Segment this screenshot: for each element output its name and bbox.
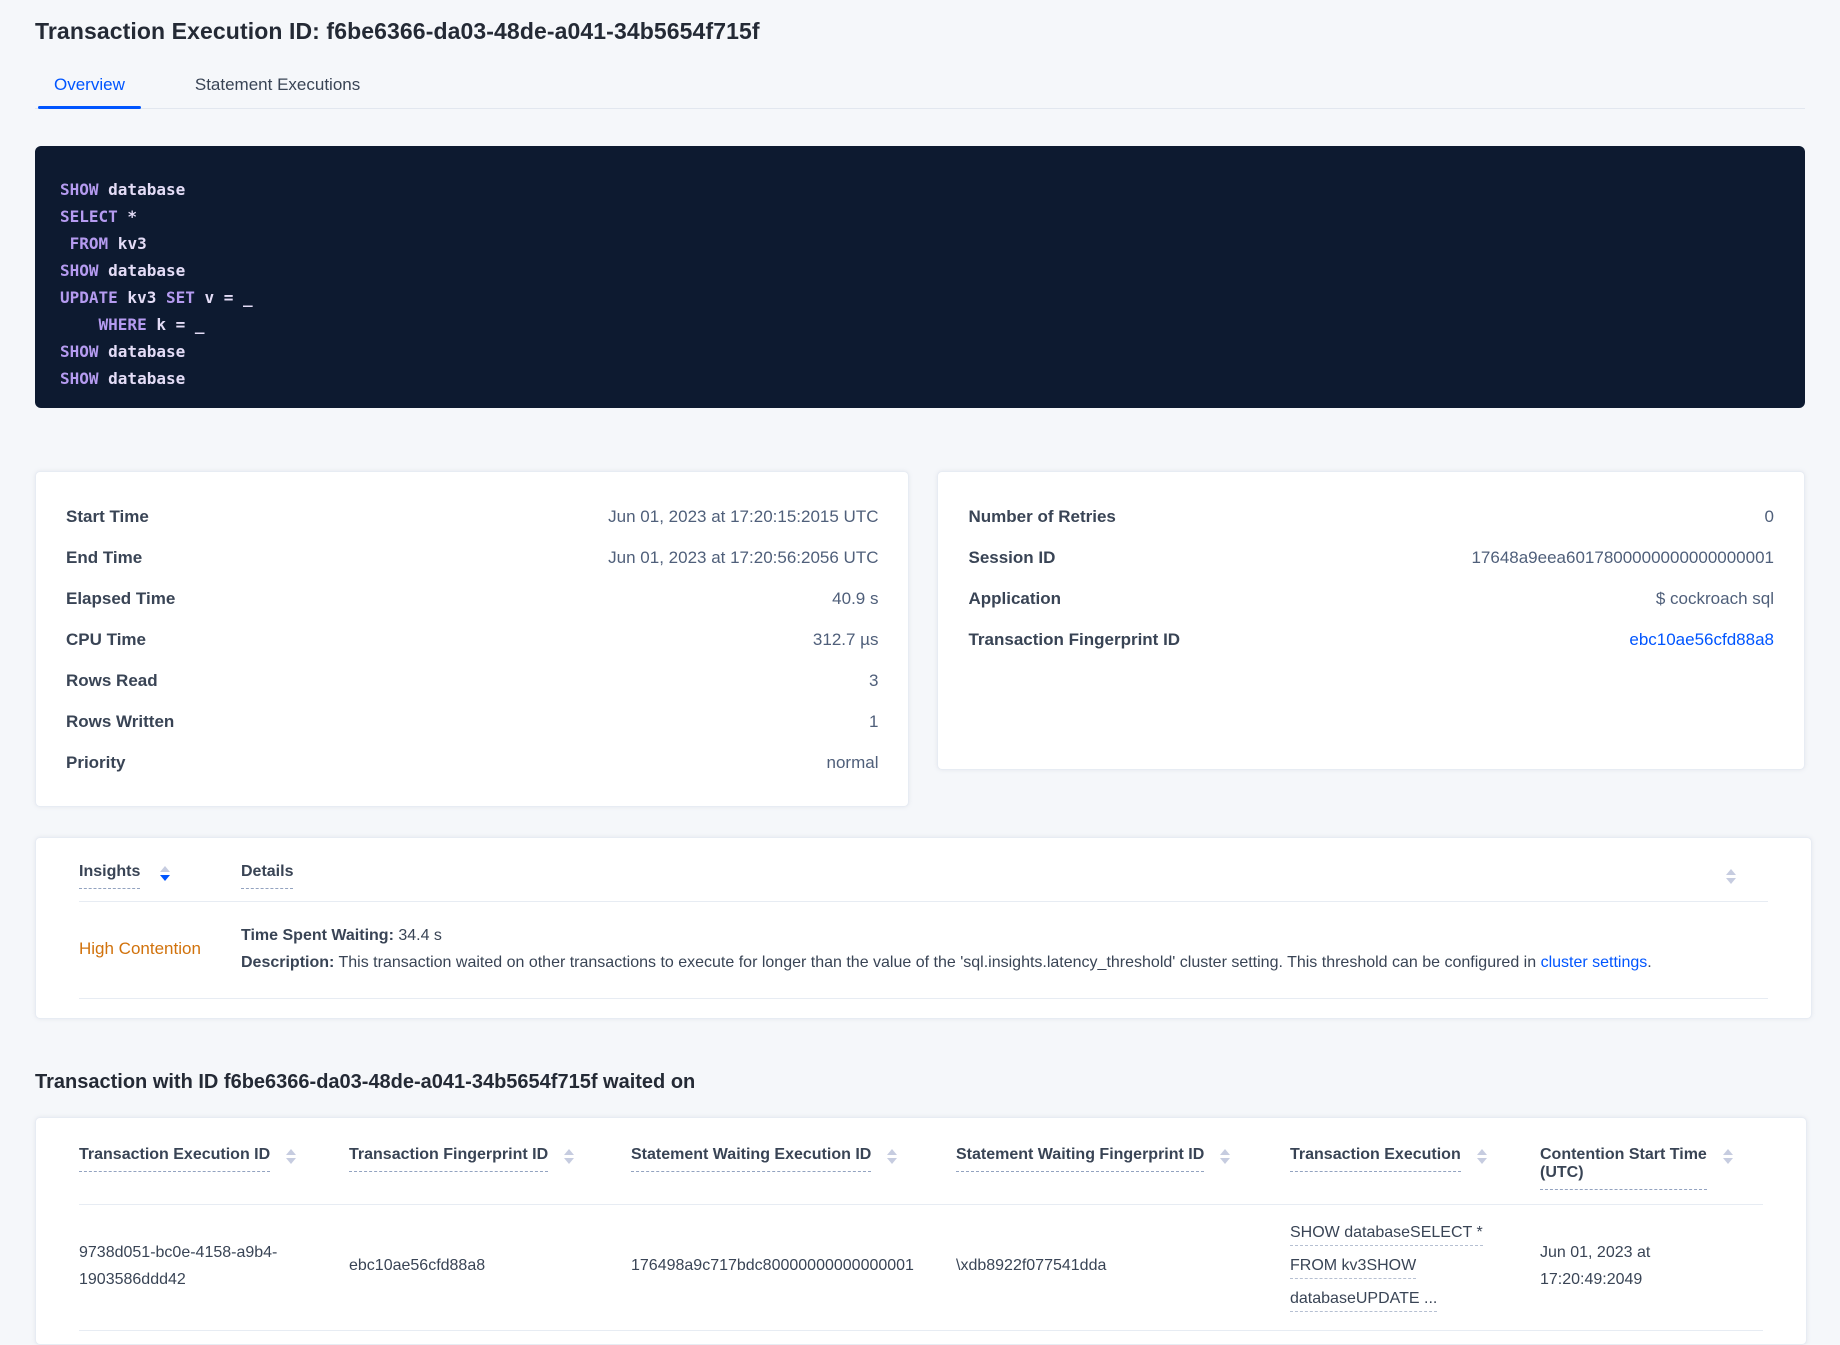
insights-column-header[interactable]: Insights — [79, 863, 241, 889]
col-header-stmt-waiting-fingerprint-id[interactable]: Statement Waiting Fingerprint ID — [956, 1146, 1290, 1190]
execution-meta-card: Number of Retries 0 Session ID 17648a9ee… — [937, 471, 1805, 770]
start-time-value: Jun 01, 2023 at 17:20:15:2015 UTC — [608, 507, 879, 526]
transaction-details-page: Transaction Execution ID: f6be6366-da03-… — [0, 0, 1840, 1345]
row-transaction-fingerprint-id: Transaction Fingerprint ID ebc10ae56cfd8… — [968, 627, 1774, 653]
row-application: Application $ cockroach sql — [968, 586, 1774, 612]
rows-written-label: Rows Written — [66, 712, 175, 731]
sort-icon[interactable] — [1220, 1149, 1231, 1164]
start-time-label: Start Time — [66, 507, 149, 526]
waited-on-heading: Transaction with ID f6be6366-da03-48de-a… — [35, 1071, 696, 1093]
col-header-contention-start-time[interactable]: Contention Start Time (UTC) — [1540, 1146, 1763, 1190]
sql-statements-box: SHOW database SELECT * FROM kv3 SHOW datab… — [35, 146, 1805, 408]
elapsed-time-value: 40.9 s — [832, 589, 879, 608]
sort-icon[interactable] — [887, 1149, 898, 1164]
priority-label: Priority — [66, 753, 126, 772]
rows-read-value: 3 — [869, 671, 879, 690]
col-header-stmt-waiting-execution-id[interactable]: Statement Waiting Execution ID — [631, 1146, 956, 1190]
row-rows-written: Rows Written 1 — [66, 709, 878, 735]
sort-down-icon — [160, 875, 171, 881]
sort-up-icon — [160, 866, 171, 872]
row-end-time: End Time Jun 01, 2023 at 17:20:56:2056 U… — [66, 545, 878, 571]
application-value: $ cockroach sql — [1655, 589, 1774, 608]
row-elapsed-time: Elapsed Time 40.9 s — [66, 586, 878, 612]
cell-stmt-waiting-execution-id: 176498a9c717bdc80000000000000001 — [631, 1257, 914, 1274]
waited-table-header: Transaction Execution ID Transaction Fin… — [79, 1118, 1763, 1205]
retries-value: 0 — [1764, 507, 1774, 526]
elapsed-time-label: Elapsed Time — [66, 589, 176, 608]
tab-bar: Overview Statement Executions — [35, 75, 1805, 109]
insight-row: High Contention Time Spent Waiting: 34.4… — [79, 902, 1768, 999]
high-contention-badge: High Contention — [79, 939, 201, 958]
sort-down-icon — [1726, 878, 1736, 884]
sort-icon[interactable] — [286, 1149, 297, 1164]
table-row: 9738d051-bc0e-4158-a9b4-1903586ddd42 ebc… — [79, 1205, 1763, 1331]
row-cpu-time: CPU Time 312.7 µs — [66, 627, 878, 653]
row-start-time: Start Time Jun 01, 2023 at 17:20:15:2015… — [66, 504, 878, 530]
priority-value: normal — [826, 753, 879, 772]
cell-txn-execution-id: 9738d051-bc0e-4158-a9b4-1903586ddd42 — [79, 1243, 278, 1288]
page-title: Transaction Execution ID: f6be6366-da03-… — [35, 18, 760, 44]
application-label: Application — [968, 589, 1062, 608]
details-header-label: Details — [241, 863, 294, 889]
waited-on-table-card: Transaction Execution ID Transaction Fin… — [35, 1117, 1807, 1345]
summary-cards-row: Start Time Jun 01, 2023 at 17:20:15:2015… — [35, 471, 1805, 807]
description-line: Description: This transaction waited on … — [241, 954, 1652, 971]
sort-icon[interactable] — [1476, 1149, 1487, 1164]
col-header-txn-execution-id[interactable]: Transaction Execution ID — [79, 1146, 349, 1190]
insights-header-label[interactable]: Insights — [79, 863, 141, 889]
retries-label: Number of Retries — [968, 507, 1116, 526]
rows-written-value: 1 — [869, 712, 879, 731]
insights-table-card: Insights Details High Contention Time Sp… — [35, 837, 1812, 1019]
sort-icon-insights[interactable] — [160, 866, 171, 881]
row-number-of-retries: Number of Retries 0 — [968, 504, 1774, 530]
cell-contention-start-time: Jun 01, 2023 at 17:20:49:2049 — [1540, 1243, 1651, 1288]
insights-table-header: Insights Details — [79, 838, 1768, 902]
insight-type-cell: High Contention — [79, 922, 241, 976]
rows-read-label: Rows Read — [66, 671, 158, 690]
sql-code: SHOW database SELECT * FROM kv3 SHOW datab… — [60, 180, 253, 388]
insight-details-cell: Time Spent Waiting: 34.4 s Description: … — [241, 922, 1652, 976]
cpu-time-label: CPU Time — [66, 630, 146, 649]
txn-fingerprint-link[interactable]: ebc10ae56cfd88a8 — [1629, 627, 1774, 653]
cpu-time-value: 312.7 µs — [812, 630, 879, 649]
sort-up-icon — [1726, 869, 1736, 875]
row-priority: Priority normal — [66, 750, 878, 776]
session-id-value: 17648a9eea6017800000000000000001 — [1471, 548, 1774, 567]
cell-txn-execution-link[interactable]: SHOW databaseSELECT * FROM kv3SHOW datab… — [1290, 1219, 1540, 1312]
cell-txn-fingerprint-id: ebc10ae56cfd88a8 — [349, 1257, 486, 1274]
cell-stmt-waiting-fingerprint-id: \xdb8922f077541dda — [956, 1257, 1107, 1274]
cluster-settings-link[interactable]: cluster settings — [1541, 954, 1648, 971]
col-header-txn-fingerprint-id[interactable]: Transaction Fingerprint ID — [349, 1146, 631, 1190]
row-rows-read: Rows Read 3 — [66, 668, 878, 694]
session-id-label: Session ID — [968, 548, 1056, 567]
tab-overview[interactable]: Overview — [38, 75, 141, 109]
tab-statement-executions[interactable]: Statement Executions — [179, 75, 376, 108]
end-time-value: Jun 01, 2023 at 17:20:56:2056 UTC — [608, 548, 879, 567]
col-header-txn-execution[interactable]: Transaction Execution — [1290, 1146, 1540, 1190]
sort-icon[interactable] — [1723, 1149, 1733, 1164]
sort-icon-right[interactable] — [1726, 869, 1736, 884]
sort-icon[interactable] — [564, 1149, 575, 1164]
row-session-id: Session ID 17648a9eea6017800000000000000… — [968, 545, 1774, 571]
end-time-label: End Time — [66, 548, 143, 567]
execution-details-card: Start Time Jun 01, 2023 at 17:20:15:2015… — [35, 471, 910, 807]
txn-fingerprint-label: Transaction Fingerprint ID — [968, 630, 1181, 649]
time-spent-waiting-line: Time Spent Waiting: 34.4 s — [241, 927, 442, 944]
